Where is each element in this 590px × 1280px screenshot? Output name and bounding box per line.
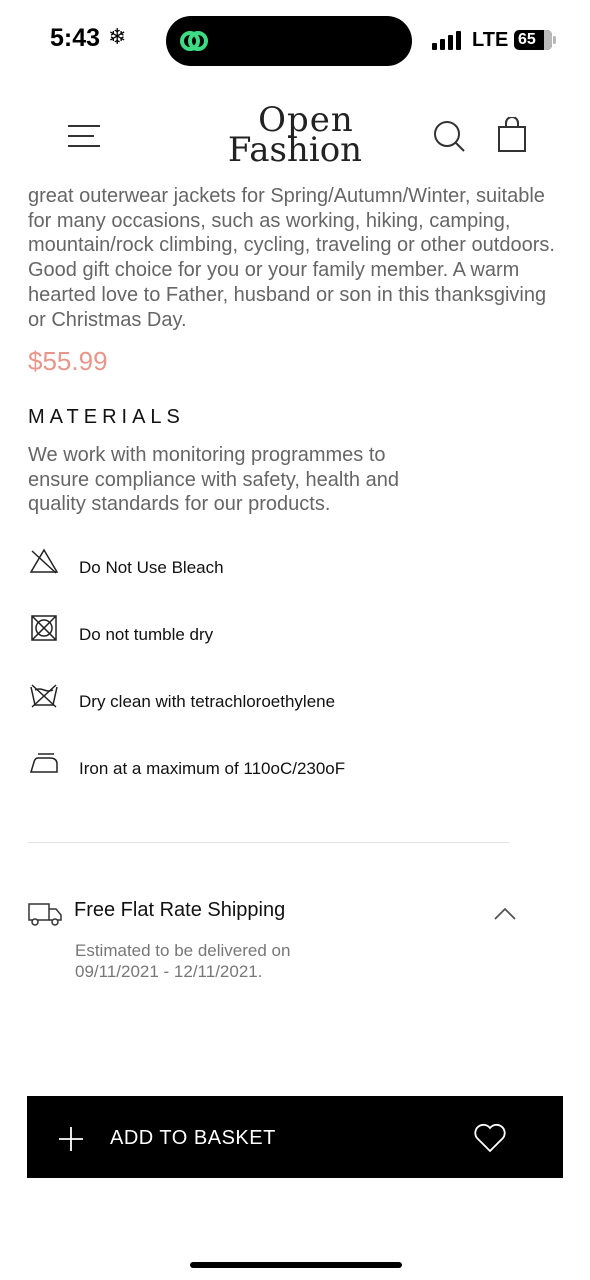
status-bar: 5:43 ❄ LTE 65 [0, 0, 590, 80]
product-price: $55.99 [28, 346, 108, 376]
add-to-basket-label: ADD TO BASKET [110, 1127, 276, 1149]
iron-icon [29, 753, 58, 773]
materials-heading: MATERIALS [28, 406, 185, 428]
no-tumble-dry-icon [31, 615, 57, 641]
shipping-title[interactable]: Free Flat Rate Shipping [74, 899, 285, 922]
logo-line-2: Fashion [227, 130, 363, 170]
care-label: Do Not Use Bleach [79, 558, 224, 577]
care-item: Iron at a maximum of 110oC/230oF [28, 746, 528, 786]
care-label: Do not tumble dry [79, 625, 214, 644]
dynamic-island [166, 16, 412, 66]
shopping-bag-icon[interactable] [496, 117, 528, 153]
snowflake-icon: ❄ [108, 24, 127, 49]
link-icon [180, 31, 208, 51]
status-time: 5:43 [50, 24, 101, 52]
network-type: LTE [472, 29, 509, 51]
care-item: Do Not Use Bleach [28, 545, 528, 585]
product-description: great outerwear jackets for Spring/Autum… [28, 185, 555, 331]
battery-icon: 65 [514, 30, 552, 50]
care-label: Dry clean with tetrachloroethylene [79, 692, 336, 711]
signal-icon [432, 31, 461, 50]
search-icon[interactable] [432, 119, 466, 153]
battery-level: 65 [518, 31, 536, 48]
materials-description: We work with monitoring programmes to en… [28, 444, 399, 516]
add-to-basket-button[interactable]: ADD TO BASKET [27, 1096, 563, 1178]
care-label: Iron at a maximum of 110oC/230oF [79, 759, 346, 778]
section-divider [28, 842, 509, 843]
chevron-up-icon[interactable] [492, 906, 518, 922]
plus-icon [59, 1127, 83, 1151]
brand-logo[interactable]: Open Fashion [215, 103, 375, 177]
battery-nub [553, 36, 556, 44]
app-header: Open Fashion [0, 95, 590, 185]
shipping-estimate: Estimated to be delivered on 09/11/2021 … [75, 941, 291, 981]
no-bleach-icon [29, 548, 59, 574]
home-indicator[interactable] [190, 1262, 402, 1268]
care-item: Do not tumble dry [28, 612, 528, 652]
care-item: Dry clean with tetrachloroethylene [28, 679, 528, 719]
hamburger-menu-icon[interactable] [66, 123, 102, 149]
heart-icon[interactable] [473, 1123, 507, 1153]
delivery-truck-icon [28, 903, 62, 926]
dry-clean-icon [30, 684, 58, 708]
